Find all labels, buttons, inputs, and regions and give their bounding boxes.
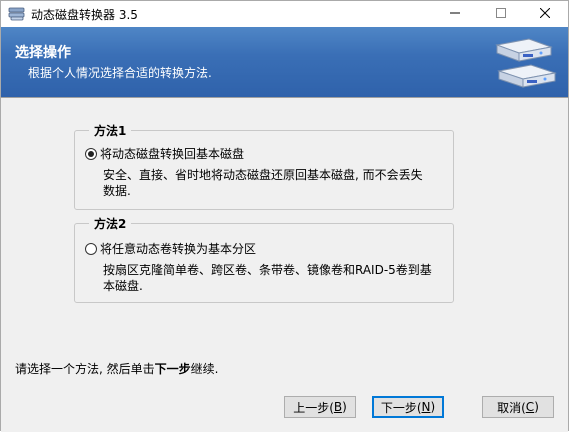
wizard-body: 方法1 将动态磁盘转换回基本磁盘 安全、直接、省时地将动态磁盘还原回基本磁盘, …	[1, 97, 568, 432]
back-button[interactable]: 上一步(B)	[284, 396, 356, 418]
back-button-label: 上一步(	[293, 400, 334, 415]
instruction-next-emphasis: 下一步	[154, 362, 191, 376]
method-2-radio-option[interactable]: 将任意动态卷转换为基本分区	[85, 240, 256, 257]
method-1-label: 将动态磁盘转换回基本磁盘	[100, 147, 245, 161]
minimize-icon	[450, 7, 460, 21]
next-button-accesskey: N	[421, 400, 431, 414]
method-2-radio[interactable]	[85, 242, 97, 255]
close-icon	[539, 7, 551, 21]
back-button-label-end: )	[342, 400, 347, 414]
instruction-text: 请选择一个方法, 然后单击下一步继续.	[15, 360, 218, 377]
disk-drives-icon	[489, 35, 559, 93]
cancel-button-label-end: )	[534, 400, 539, 414]
disk-app-icon	[8, 6, 26, 22]
method-1-radio[interactable]	[85, 147, 97, 160]
title-bar[interactable]: 动态磁盘转换器 3.5	[1, 1, 568, 27]
method-1-group: 方法1 将动态磁盘转换回基本磁盘 安全、直接、省时地将动态磁盘还原回基本磁盘, …	[74, 122, 454, 210]
next-button-label-end: )	[430, 400, 436, 414]
maximize-button[interactable]	[478, 1, 524, 27]
cancel-button-accesskey: C	[525, 400, 535, 414]
method-2-label: 将任意动态卷转换为基本分区	[100, 242, 257, 256]
minimize-button[interactable]	[432, 1, 478, 27]
window-title: 动态磁盘转换器 3.5	[31, 8, 138, 22]
method-1-legend: 方法1	[89, 122, 132, 139]
dynamic-disk-converter-window: 动态磁盘转换器 3.5 选择操作 根据个人情况选择合适的转换方法. 方法1 将动…	[0, 0, 569, 432]
instruction-before: 请选择一个方法, 然后单击	[15, 362, 155, 376]
next-button-label: 下一步(	[380, 400, 422, 415]
page-title: 选择操作	[15, 45, 71, 61]
next-button[interactable]: 下一步(N)	[372, 396, 444, 418]
method-2-group: 方法2 将任意动态卷转换为基本分区 按扇区克隆简单卷、跨区卷、条带卷、镜像卷和R…	[74, 215, 454, 303]
method-1-description: 安全、直接、省时地将动态磁盘还原回基本磁盘, 而不会丢失数据.	[103, 168, 423, 198]
method-2-legend: 方法2	[89, 215, 132, 232]
wizard-header: 选择操作 根据个人情况选择合适的转换方法.	[1, 27, 568, 97]
back-button-accesskey: B	[333, 400, 343, 414]
cancel-button[interactable]: 取消(C)	[482, 396, 554, 418]
close-button[interactable]	[522, 1, 568, 27]
method-2-description: 按扇区克隆简单卷、跨区卷、条带卷、镜像卷和RAID-5卷到基本磁盘.	[103, 263, 432, 293]
method-1-radio-option[interactable]: 将动态磁盘转换回基本磁盘	[85, 145, 244, 162]
instruction-after: 继续.	[190, 362, 219, 376]
page-subtitle: 根据个人情况选择合适的转换方法.	[28, 66, 212, 80]
maximize-icon	[496, 7, 506, 21]
cancel-button-label: 取消(	[497, 400, 526, 415]
